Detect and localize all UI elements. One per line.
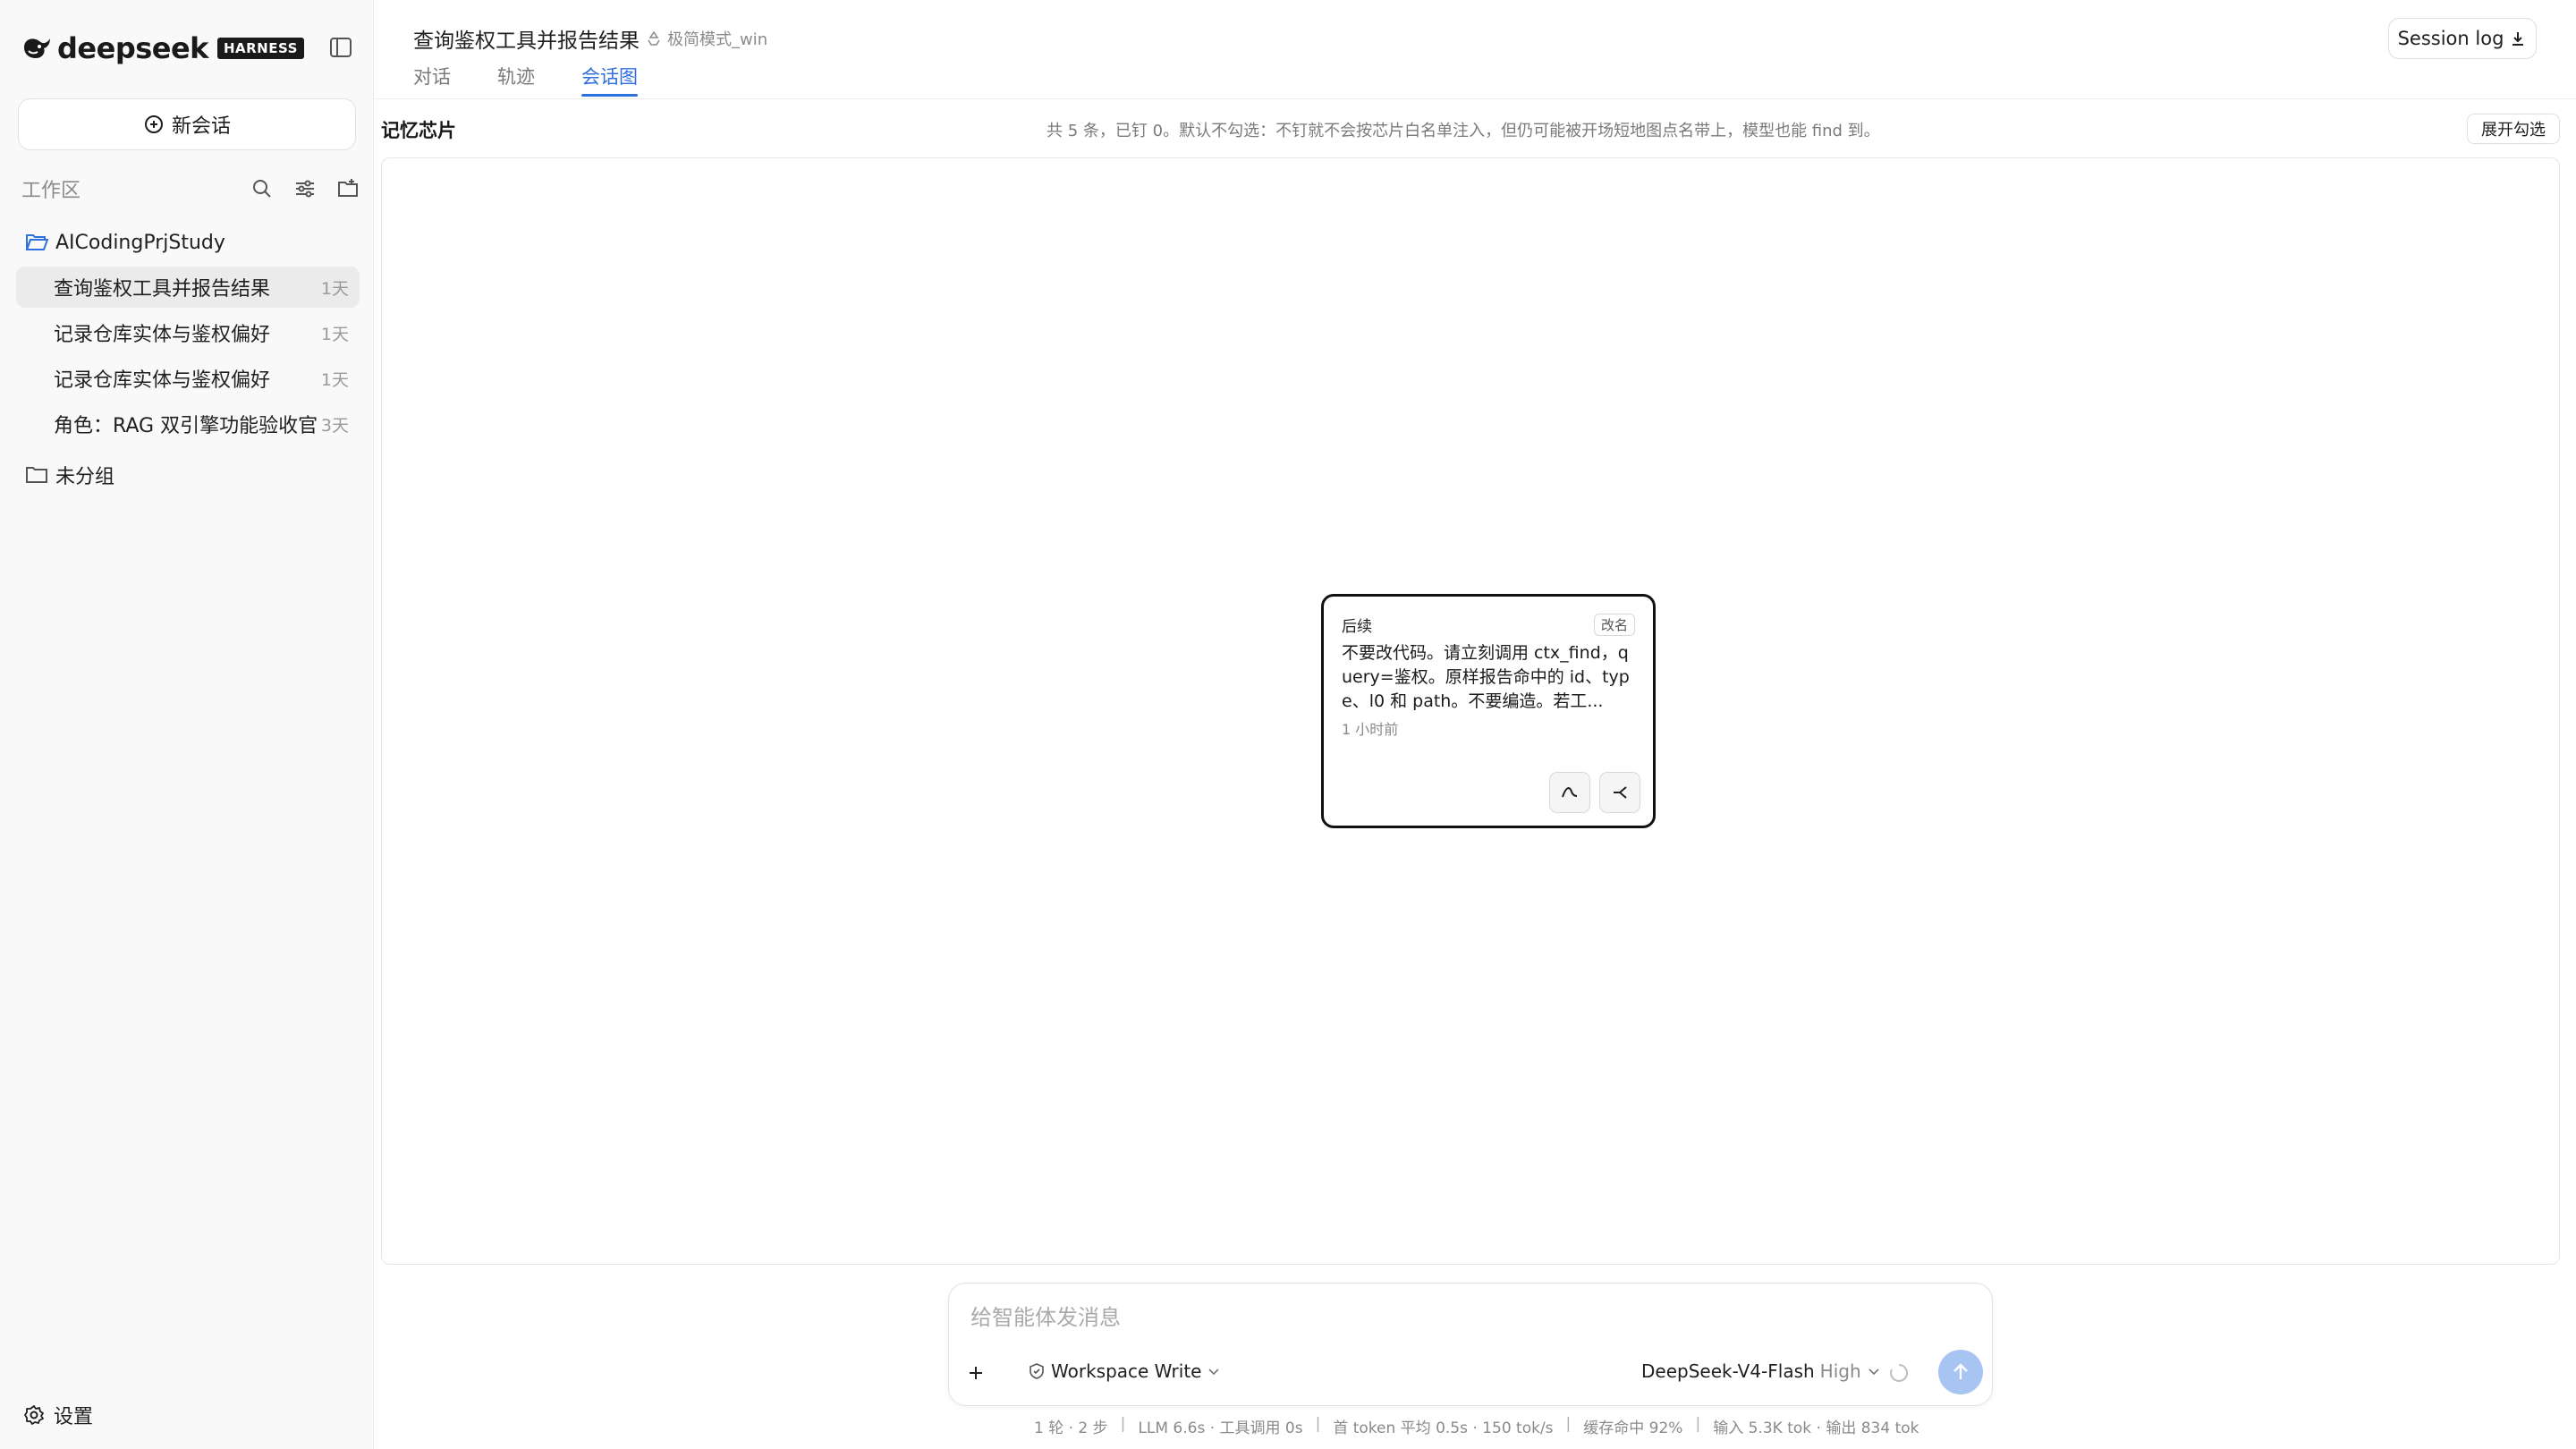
chevron-down-icon <box>1208 1368 1220 1376</box>
chevron-down-icon <box>1868 1368 1879 1376</box>
plus-circle-icon <box>144 115 163 133</box>
model-name: DeepSeek-V4-Flash <box>1641 1360 1815 1382</box>
branch-icon <box>1614 786 1627 799</box>
folder-icon <box>26 467 47 483</box>
message-input[interactable] <box>970 1301 1954 1334</box>
workspace-title: 工作区 <box>21 180 81 202</box>
status-separator: | <box>1120 1415 1126 1433</box>
attach-button[interactable] <box>960 1357 992 1389</box>
expand-select-button[interactable]: 展开勾选 <box>2467 114 2560 144</box>
brand[interactable]: deepseek HARNESS <box>21 30 304 66</box>
status-first-token: 首 token 平均 0.5s · 150 tok/s <box>1333 1419 1554 1437</box>
mode-badge: 极简模式_win <box>646 27 767 50</box>
loading-spinner-icon <box>1890 1363 1909 1382</box>
status-separator: | <box>1695 1415 1701 1433</box>
curve-icon <box>1562 787 1578 798</box>
folder-open-icon <box>25 234 48 250</box>
conversation-item[interactable]: 记录仓库实体与鉴权偏好 1天 <box>16 312 360 353</box>
model-effort: High <box>1819 1360 1861 1382</box>
gear-icon <box>24 1405 44 1425</box>
permission-selector[interactable]: Workspace Write <box>1028 1360 1221 1382</box>
folder-ungrouped[interactable]: 未分组 <box>25 460 114 490</box>
brand-badge: HARNESS <box>216 38 304 59</box>
memory-chips-label: 记忆芯片 <box>381 120 456 141</box>
plus-icon <box>970 1367 982 1379</box>
session-log-label: Session log <box>2397 28 2504 49</box>
graph-node-actions <box>1540 772 1640 813</box>
status-separator: | <box>1565 1415 1572 1433</box>
continue-button[interactable] <box>1549 772 1590 813</box>
conversation-age: 1天 <box>320 278 349 299</box>
shield-icon <box>1030 1363 1044 1379</box>
send-button[interactable] <box>1938 1350 1983 1394</box>
conversation-age: 3天 <box>320 415 349 436</box>
conversation-age: 1天 <box>320 369 349 390</box>
settings-label: 设置 <box>54 1406 94 1428</box>
graph-node-header: 后续 改名 <box>1342 613 1635 636</box>
brand-name: deepseek <box>57 31 208 65</box>
settings-button[interactable]: 设置 <box>23 1401 93 1429</box>
folder-aicodingprjstudy[interactable]: AICodingPrjStudy <box>25 227 225 258</box>
deepseek-whale-icon <box>24 38 50 58</box>
graph-node-text: 不要改代码。请立刻调用 ctx_find，query=鉴权。原样报告命中的 id… <box>1342 643 1630 711</box>
memory-chips-info: 共 5 条，已钉 0。默认不勾选：不钉就不会按芯片白名单注入，但仍可能被开场短地… <box>1046 122 1880 140</box>
download-icon <box>2512 32 2524 46</box>
workspace-header: 工作区 <box>21 175 360 202</box>
session-log-button[interactable]: Session log <box>2388 18 2537 59</box>
branch-button[interactable] <box>1599 772 1640 813</box>
search-icon[interactable] <box>250 177 274 200</box>
conversation-title: 查询鉴权工具并报告结果 <box>54 278 271 301</box>
conversation-item[interactable]: 查询鉴权工具并报告结果 1天 <box>16 267 360 308</box>
new-chat-button[interactable]: 新会话 <box>18 98 356 150</box>
conversation-item[interactable]: 记录仓库实体与鉴权偏好 1天 <box>16 358 360 399</box>
conversation-age: 1天 <box>320 324 349 344</box>
graph-node-label: 后续 <box>1342 617 1372 636</box>
folder-name: 未分组 <box>55 466 115 488</box>
status-llm: LLM 6.6s · 工具调用 0s <box>1138 1419 1303 1437</box>
rename-button[interactable]: 改名 <box>1593 613 1635 636</box>
status-turns: 1 轮 · 2 步 <box>1034 1419 1108 1437</box>
status-bar: 1 轮 · 2 步 | LLM 6.6s · 工具调用 0s | 首 token… <box>1034 1415 1919 1437</box>
graph-node[interactable]: 后续 改名 不要改代码。请立刻调用 ctx_find，query=鉴权。原样报告… <box>1321 594 1656 828</box>
graph-node-time: 1 小时前 <box>1342 721 1399 738</box>
tab-chat[interactable]: 对话 <box>413 63 451 97</box>
folder-name: AICodingPrjStudy <box>55 231 225 254</box>
arrow-up-icon <box>1953 1363 1968 1379</box>
conversation-title: 记录仓库实体与鉴权偏好 <box>54 369 271 392</box>
header-divider <box>375 98 2576 99</box>
filter-sliders-icon[interactable] <box>293 177 317 200</box>
conversation-title: 角色：RAG 双引擎功能验收官 <box>54 415 318 437</box>
recycle-icon <box>648 30 660 46</box>
mode-label: 极简模式_win <box>667 30 768 49</box>
tab-trace[interactable]: 轨迹 <box>497 63 535 97</box>
sidebar: deepseek HARNESS 新会话 工作区 AICodingPrjStud… <box>0 0 374 1449</box>
view-tabs: 对话 轨迹 会话图 <box>413 63 684 98</box>
message-composer: Workspace Write DeepSeek-V4-Flash High <box>948 1283 1993 1406</box>
conversation-item[interactable]: 角色：RAG 双引擎功能验收官 3天 <box>16 403 360 445</box>
new-folder-icon[interactable] <box>336 177 360 200</box>
new-chat-label: 新会话 <box>171 115 231 138</box>
conversation-title: 记录仓库实体与鉴权偏好 <box>54 324 271 346</box>
sidebar-toggle-icon[interactable] <box>329 36 352 59</box>
model-selector[interactable]: DeepSeek-V4-Flash High <box>1641 1360 1881 1382</box>
status-tokens: 输入 5.3K tok · 输出 834 tok <box>1713 1419 1919 1437</box>
permission-label: Workspace Write <box>1051 1360 1202 1382</box>
tab-session-graph[interactable]: 会话图 <box>581 63 638 97</box>
status-cache: 缓存命中 92% <box>1583 1419 1683 1437</box>
status-separator: | <box>1315 1415 1321 1433</box>
page-title: 查询鉴权工具并报告结果 <box>413 30 640 53</box>
